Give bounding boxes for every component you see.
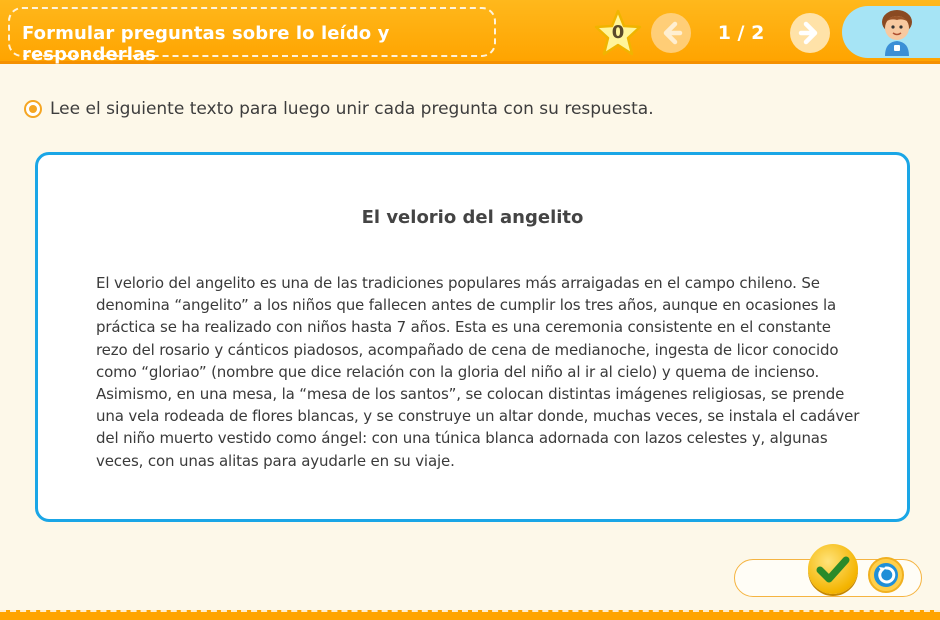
arrow-right-icon	[798, 21, 818, 45]
footer-strip	[0, 610, 940, 620]
instruction-text: Lee el siguiente texto para luego unir c…	[50, 99, 654, 119]
avatar-icon	[882, 10, 912, 56]
check-icon	[816, 556, 850, 583]
bullet-icon	[24, 100, 42, 118]
arrow-left-icon	[663, 21, 683, 45]
previous-button[interactable]	[651, 13, 691, 53]
reading-card: El velorio del angelito El velorio del a…	[35, 152, 910, 522]
check-button[interactable]	[808, 544, 858, 594]
reset-button[interactable]	[868, 557, 904, 593]
title-box: Formular preguntas sobre lo leído y resp…	[8, 7, 496, 65]
reading-body: El velorio del angelito es una de las tr…	[96, 274, 860, 470]
page-title: Formular preguntas sobre lo leído y resp…	[22, 23, 390, 65]
star-count: 0	[611, 22, 625, 43]
reading-title: El velorio del angelito	[361, 207, 584, 228]
next-button[interactable]	[790, 13, 830, 53]
instruction: Lee el siguiente texto para luego unir c…	[24, 97, 654, 121]
page-indicator: 1 / 2	[717, 22, 765, 44]
header-bar: Formular preguntas sobre lo leído y resp…	[0, 0, 940, 65]
reset-icon	[874, 563, 898, 587]
